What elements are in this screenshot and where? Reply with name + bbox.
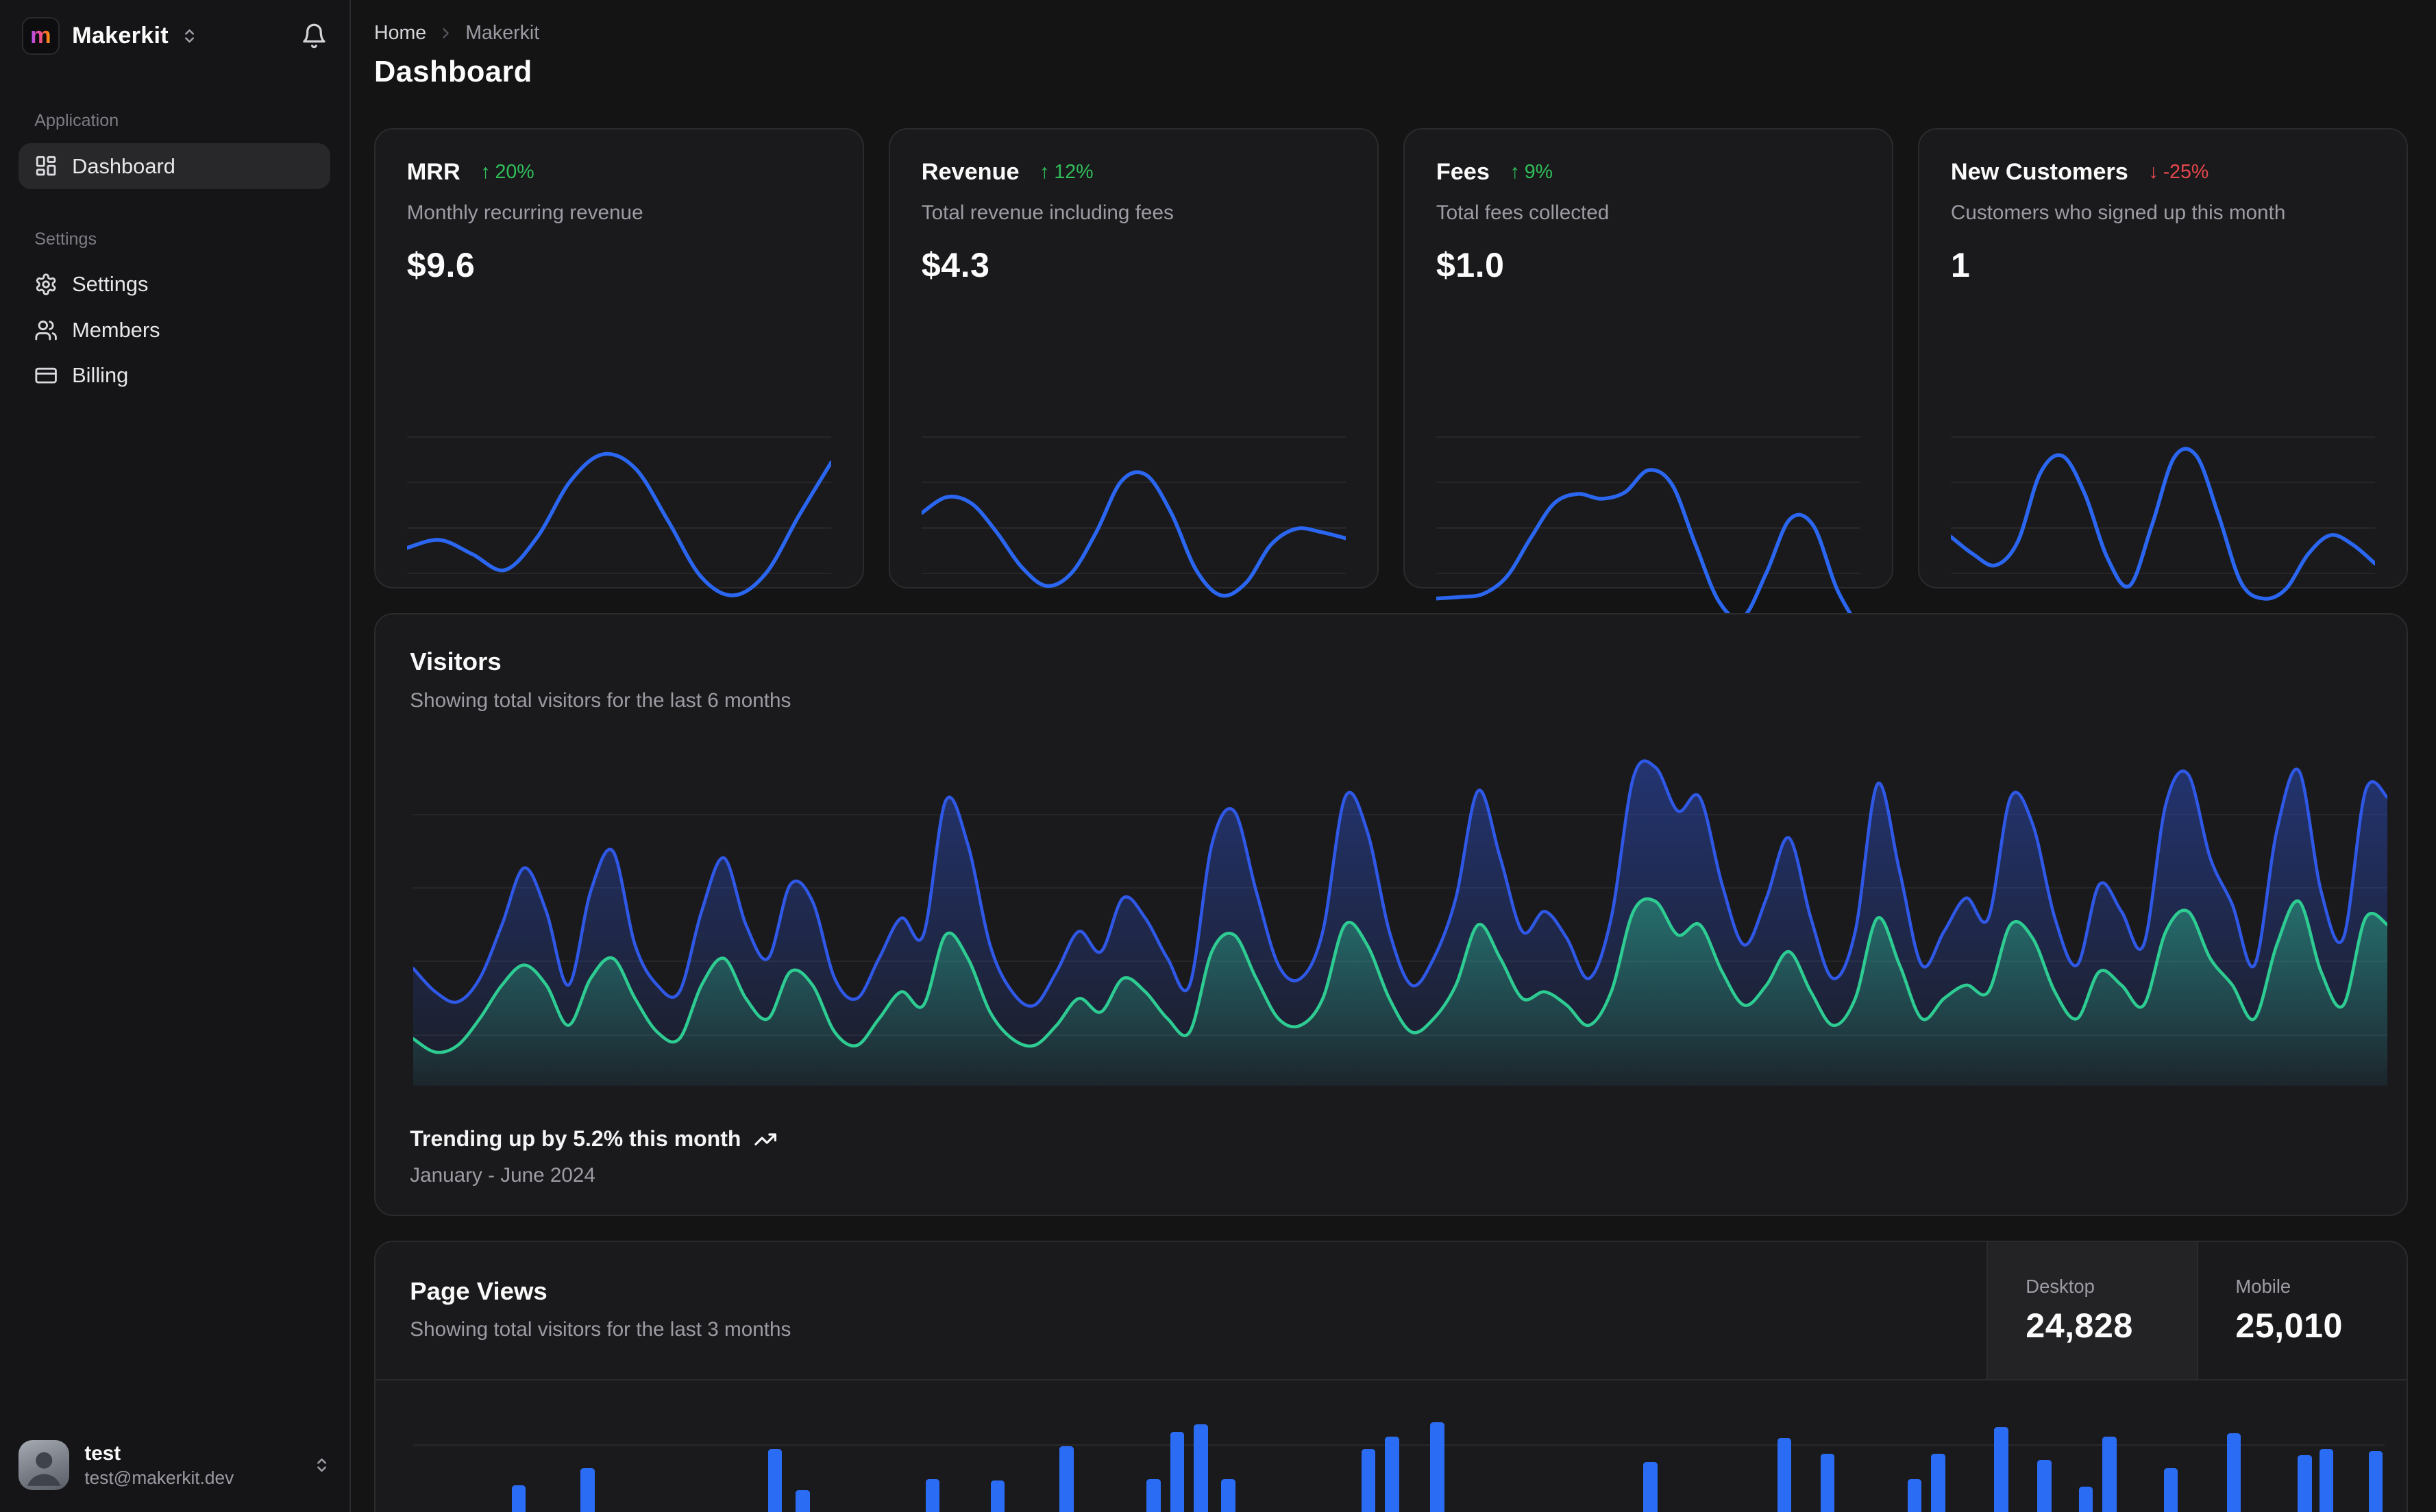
- stat-title: New Customers: [1950, 159, 2128, 186]
- stat-description: Total revenue including fees: [921, 201, 1174, 225]
- sidebar-item-label: Billing: [72, 362, 129, 387]
- stat-value: $1.0: [1436, 246, 1505, 285]
- sidebar-nav: Application Dashboard Settings Settings …: [0, 71, 349, 1424]
- app-root: m Makerkit Application Dashboard Setting…: [0, 0, 2436, 1512]
- trending-up-icon: [754, 1128, 777, 1151]
- arrow-down-icon: ↓: [2148, 161, 2158, 184]
- layout-dashboard-icon: [34, 154, 58, 177]
- nav-section-settings: Settings: [34, 230, 97, 249]
- users-icon: [34, 319, 58, 342]
- stat-description: Monthly recurring revenue: [406, 201, 643, 225]
- stat-card-new-customers: New Customers ↓ -25% Customers who signed…: [1918, 128, 2408, 643]
- page-views-bar-chart: [413, 1380, 2385, 1512]
- sparkline-chart: [1950, 436, 2376, 620]
- sidebar-item-billing[interactable]: Billing: [19, 353, 330, 398]
- workspace-name: Makerkit: [72, 23, 169, 49]
- stat-value: $4.3: [921, 246, 990, 285]
- stat-value: 1: [1950, 246, 1971, 285]
- workspace-selector[interactable]: m Makerkit: [0, 0, 349, 71]
- stat-title: MRR: [406, 159, 460, 186]
- stat-delta-badge: ↓ -25%: [2148, 161, 2209, 184]
- chevron-right-icon: [437, 25, 454, 42]
- user-name: test: [84, 1442, 121, 1465]
- visitors-subtitle: Showing total visitors for the last 6 mo…: [410, 689, 791, 712]
- toggle-mobile[interactable]: Mobile 25,010: [2196, 1242, 2407, 1379]
- toggle-value: 24,828: [2026, 1306, 2133, 1345]
- arrow-up-icon: ↑: [1039, 161, 1050, 184]
- bell-icon[interactable]: [301, 23, 328, 49]
- sidebar-item-members[interactable]: Members: [19, 308, 330, 353]
- breadcrumb: Home Makerkit: [374, 22, 2408, 45]
- page-views-title: Page Views: [410, 1276, 548, 1305]
- stat-delta-badge: ↑ 20%: [480, 161, 534, 184]
- page-title: Dashboard: [374, 55, 532, 88]
- arrow-up-icon: ↑: [480, 161, 491, 184]
- sidebar-item-label: Settings: [72, 272, 149, 297]
- breadcrumb-home-link[interactable]: Home: [374, 22, 426, 45]
- visitors-trend-line: Trending up by 5.2% this month: [410, 1126, 777, 1152]
- gear-icon: [34, 273, 58, 296]
- page-views-subtitle: Showing total visitors for the last 3 mo…: [410, 1317, 791, 1341]
- sparkline-chart: [406, 436, 831, 620]
- stat-card-revenue: Revenue ↑ 12% Total revenue including fee…: [889, 128, 1379, 643]
- credit-card-icon: [34, 364, 58, 387]
- toggle-desktop[interactable]: Desktop 24,828: [1986, 1242, 2197, 1379]
- sidebar: m Makerkit Application Dashboard Setting…: [0, 0, 351, 1512]
- page-views-header: Page Views Showing total visitors for th…: [376, 1242, 2407, 1380]
- toggle-label: Desktop: [2026, 1276, 2095, 1298]
- main-content: Home Makerkit Dashboard MRR ↑ 20% Monthly…: [351, 0, 2436, 1512]
- makerkit-logo: m: [21, 17, 60, 55]
- toggle-label: Mobile: [2235, 1276, 2291, 1298]
- arrow-up-icon: ↑: [1510, 161, 1520, 184]
- chevrons-up-down-icon: [313, 1457, 330, 1474]
- visitors-area-chart: [413, 741, 2388, 1086]
- stat-delta-badge: ↑ 12%: [1039, 161, 1094, 184]
- avatar: [19, 1439, 69, 1490]
- visitors-title: Visitors: [410, 647, 502, 676]
- sidebar-item-settings[interactable]: Settings: [19, 262, 330, 307]
- toggle-value: 25,010: [2235, 1306, 2343, 1345]
- page-views-card: Page Views Showing total visitors for th…: [374, 1241, 2408, 1512]
- stat-title: Fees: [1436, 159, 1490, 186]
- stat-cards-row: MRR ↑ 20% Monthly recurring revenue $9.6 …: [374, 128, 2408, 643]
- user-menu[interactable]: test test@makerkit.dev: [0, 1424, 349, 1512]
- stat-description: Total fees collected: [1436, 201, 1610, 225]
- visitors-card: Visitors Showing total visitors for the …: [374, 613, 2408, 1216]
- stat-value: $9.6: [406, 246, 476, 285]
- nav-section-application: Application: [34, 111, 119, 131]
- stat-card-fees: Fees ↑9% Total fees collected $1.0 July …: [1403, 128, 1893, 643]
- sidebar-item-label: Members: [72, 317, 160, 342]
- breadcrumb-current: Makerkit: [465, 21, 540, 44]
- chevrons-up-down-icon: [181, 27, 198, 45]
- stat-card-mrr: MRR ↑ 20% Monthly recurring revenue $9.6 …: [374, 128, 864, 643]
- sidebar-item-label: Dashboard: [72, 153, 175, 178]
- user-email: test@makerkit.dev: [84, 1467, 234, 1488]
- sparkline-chart: [1436, 436, 1860, 620]
- stat-title: Revenue: [921, 159, 1020, 186]
- stat-description: Customers who signed up this month: [1950, 201, 2286, 225]
- sparkline-chart: [921, 436, 1346, 620]
- stat-delta-badge: ↑ 9%: [1510, 161, 1553, 184]
- visitors-period: January - June 2024: [410, 1164, 595, 1187]
- sidebar-item-dashboard[interactable]: Dashboard: [19, 143, 331, 189]
